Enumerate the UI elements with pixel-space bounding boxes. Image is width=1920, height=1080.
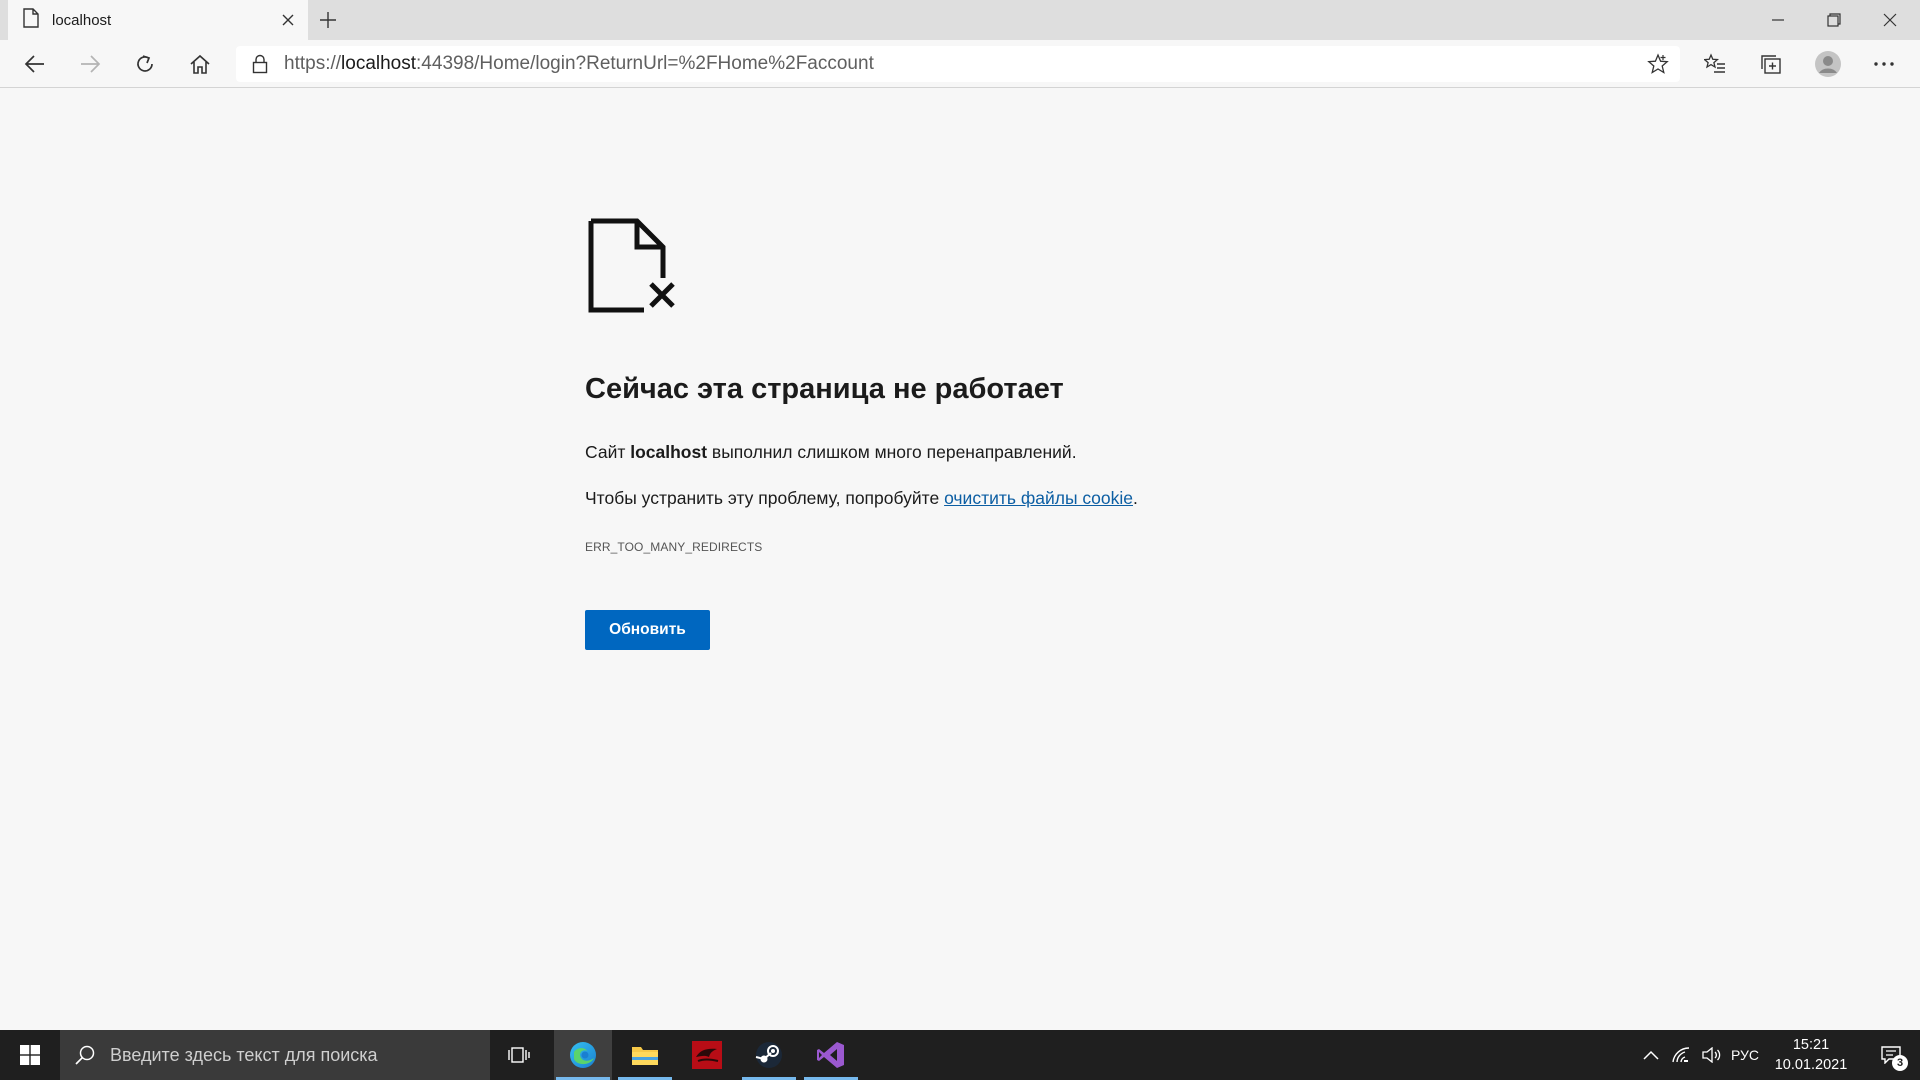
tab-strip: localhost <box>0 0 1920 40</box>
close-window-icon[interactable] <box>1862 0 1918 40</box>
task-view-icon[interactable] <box>490 1030 548 1080</box>
clear-cookies-link[interactable]: очистить файлы cookie <box>944 488 1133 508</box>
profile-avatar-icon[interactable] <box>1808 44 1848 84</box>
clock-date: 10.01.2021 <box>1774 1057 1848 1073</box>
home-icon[interactable] <box>180 44 220 84</box>
error-code: ERR_TOO_MANY_REDIRECTS <box>585 540 763 554</box>
start-windows-icon[interactable] <box>0 1030 60 1080</box>
volume-icon[interactable] <box>1697 1030 1727 1080</box>
tab-close-icon[interactable] <box>268 0 308 40</box>
new-tab-icon[interactable] <box>312 0 344 40</box>
red-app-icon[interactable] <box>678 1030 736 1080</box>
browser-toolbar: https://localhost:44398/Home/login?Retur… <box>0 40 1920 88</box>
lock-icon[interactable] <box>236 46 284 82</box>
error-suggestion: Чтобы устранить эту проблему, попробуйте… <box>585 488 1138 509</box>
favorite-star-icon[interactable] <box>1636 46 1680 82</box>
error-suggestion-prefix: Чтобы устранить эту проблему, попробуйте <box>585 488 945 508</box>
taskbar: Введите здесь текст для поиска РУС 15:21… <box>0 1030 1920 1080</box>
reload-button[interactable]: Обновить <box>585 610 710 650</box>
forward-icon[interactable] <box>70 44 110 84</box>
browser-tab[interactable]: localhost <box>8 0 308 40</box>
notification-count-badge: 3 <box>1892 1055 1908 1071</box>
url-path: :44398/Home/login?ReturnUrl=%2FHome%2Fac… <box>416 53 874 74</box>
back-icon[interactable] <box>15 44 55 84</box>
more-menu-icon[interactable] <box>1864 44 1904 84</box>
tab-title: localhost <box>52 11 112 29</box>
document-icon <box>22 7 40 33</box>
address-bar[interactable]: https://localhost:44398/Home/login?Retur… <box>236 46 1680 82</box>
url-scheme: https:// <box>284 53 342 74</box>
network-wifi-icon[interactable] <box>1666 1030 1696 1080</box>
favorites-icon[interactable] <box>1695 44 1735 84</box>
visual-studio-icon[interactable] <box>802 1030 860 1080</box>
show-hidden-icons-chevron-up-icon[interactable] <box>1636 1030 1666 1080</box>
address-url[interactable]: https://localhost:44398/Home/login?Retur… <box>284 53 1636 75</box>
system-clock[interactable]: 15:21 10.01.2021 <box>1772 1035 1850 1075</box>
clock-time: 15:21 <box>1792 1037 1830 1053</box>
broken-file-icon <box>588 218 678 313</box>
error-host: localhost <box>630 442 708 462</box>
error-description: Сайт localhost выполнил слишком много пе… <box>585 442 1077 463</box>
error-description-prefix: Сайт <box>585 442 631 462</box>
minimize-icon[interactable] <box>1750 0 1806 40</box>
url-host: localhost <box>341 53 417 74</box>
refresh-icon[interactable] <box>125 44 165 84</box>
notification-center-icon[interactable]: 3 <box>1862 1030 1920 1080</box>
error-heading: Сейчас эта страница не работает <box>585 373 1064 405</box>
taskbar-search-box[interactable]: Введите здесь текст для поиска <box>60 1030 490 1080</box>
error-suggestion-suffix: . <box>1133 488 1138 508</box>
steam-icon[interactable] <box>740 1030 798 1080</box>
error-description-suffix: выполнил слишком много перенаправлений. <box>707 442 1077 462</box>
collections-icon[interactable] <box>1751 44 1791 84</box>
file-explorer-icon[interactable] <box>616 1030 674 1080</box>
search-icon <box>60 1030 110 1080</box>
input-language-indicator[interactable]: РУС <box>1730 1030 1760 1080</box>
search-placeholder: Введите здесь текст для поиска <box>110 1044 378 1065</box>
restore-icon[interactable] <box>1806 0 1862 40</box>
edge-taskbar-icon[interactable] <box>554 1030 612 1080</box>
